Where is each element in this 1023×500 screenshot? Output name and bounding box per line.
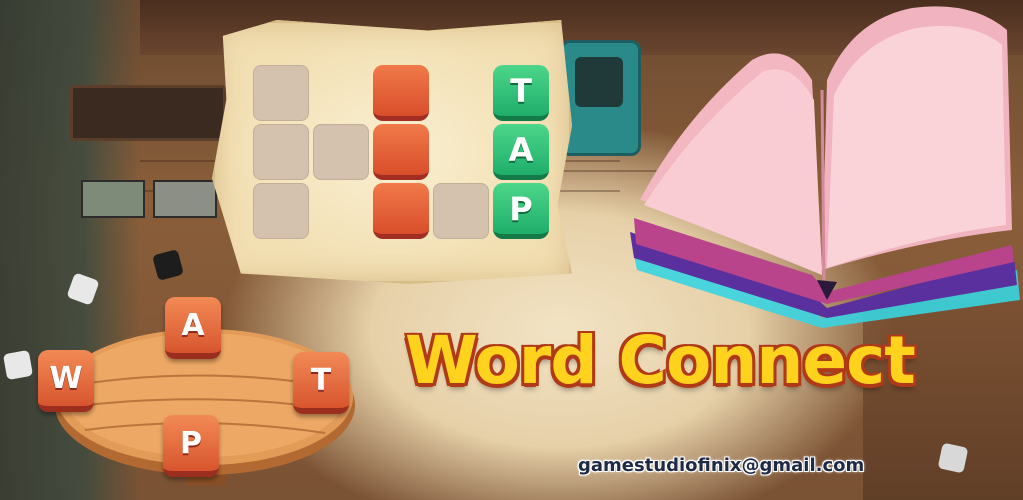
filled-cell [373,183,429,239]
contact-email: gamestudiofinix@gmail.com [578,455,865,476]
empty-cell [313,124,369,180]
empty-cell [253,124,309,180]
letter-tile[interactable]: T [293,352,349,414]
dice-icon [937,442,969,474]
letter-tile[interactable]: W [38,350,94,412]
empty-cell [433,183,489,239]
solved-cell: P [493,183,549,239]
picture-frame [153,180,217,218]
wall-shelf [70,85,226,218]
solved-cell: A [493,124,549,180]
open-book-icon [630,6,1020,328]
tv-screen [575,57,623,107]
empty-cell [253,183,309,239]
filled-cell [373,124,429,180]
letter-tile[interactable]: P [163,415,219,477]
solved-cell: T [493,65,549,121]
filled-cell [373,65,429,121]
game-title: Word Connect [405,322,916,399]
dice-icon [2,349,34,381]
empty-cell [253,65,309,121]
letter-tile[interactable]: A [165,297,221,359]
picture-frame [81,180,145,218]
crossword-board: T A P [212,20,572,284]
